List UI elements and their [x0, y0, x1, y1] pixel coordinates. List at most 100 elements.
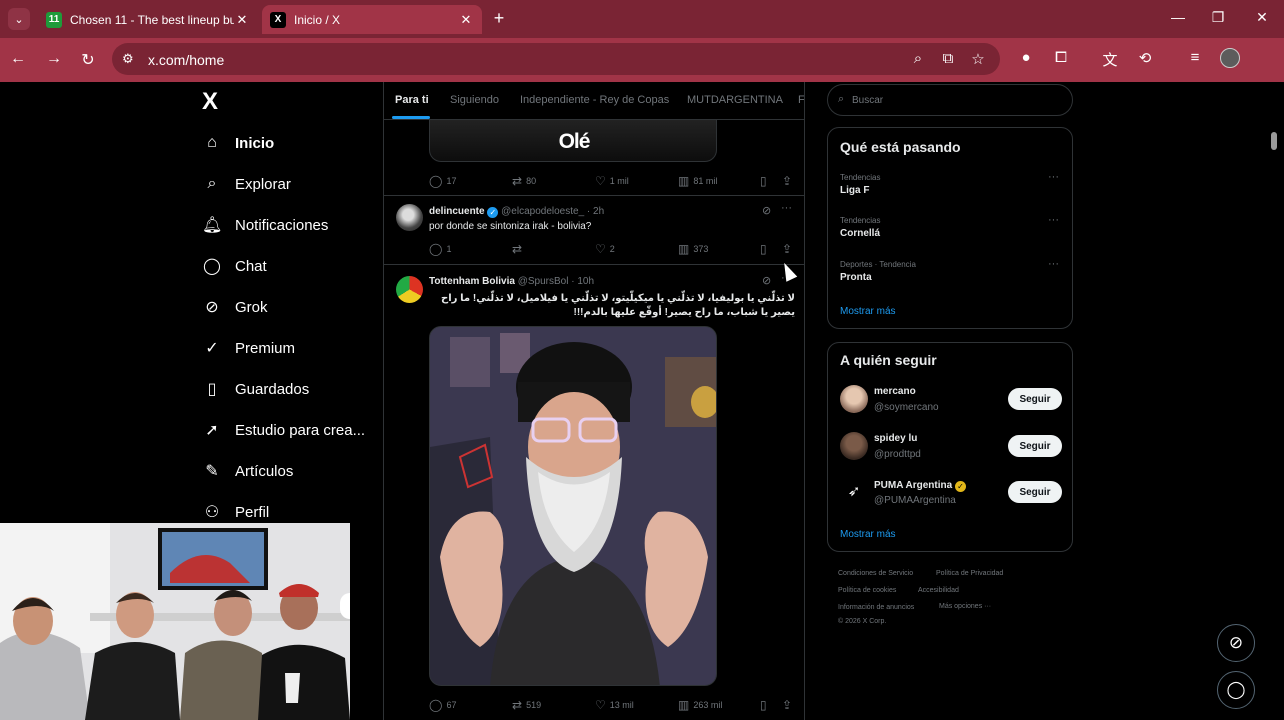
grok-icon[interactable]: ⊘: [762, 274, 771, 287]
views-button[interactable]: ▥ 263 mil: [678, 698, 722, 712]
link-card[interactable]: Olé: [429, 120, 717, 162]
follow-button[interactable]: Seguir: [1008, 481, 1062, 503]
who-to-follow-title: A quién seguir: [840, 352, 937, 368]
history-icon[interactable]: ⟲: [1134, 49, 1156, 67]
follow-user-name[interactable]: PUMA Argentina ✓: [874, 480, 966, 492]
post-divider: [384, 264, 804, 265]
reload-button[interactable]: ↻: [78, 50, 98, 70]
footer-link[interactable]: Política de cookies: [838, 587, 896, 594]
post-image[interactable]: [429, 326, 717, 686]
minimize-button[interactable]: —: [1168, 9, 1188, 25]
site-info-icon[interactable]: ⚙: [122, 51, 134, 67]
close-icon[interactable]: ✕: [458, 12, 474, 28]
nav-home[interactable]: ⌂ Inicio: [202, 128, 274, 158]
avatar[interactable]: [840, 385, 868, 413]
reply-button[interactable]: ◯ 17: [429, 174, 456, 188]
footer-link[interactable]: Información de anuncios: [838, 604, 914, 611]
nav-bookmarks[interactable]: ▯ Guardados: [202, 374, 310, 404]
show-more-link[interactable]: Mostrar más: [840, 306, 896, 317]
translate-icon[interactable]: 文: [1099, 49, 1121, 70]
bookmark-button[interactable]: ▯: [760, 698, 771, 712]
nav-notifications[interactable]: 🔔︎ Notificaciones: [202, 210, 328, 240]
nav-creator-studio[interactable]: ➚ Estudio para crea...: [202, 415, 365, 445]
puma-logo-icon[interactable]: ➶: [840, 478, 868, 506]
nav-articles[interactable]: ✎ Artículos: [202, 456, 293, 486]
more-options-icon[interactable]: ···: [1048, 171, 1059, 183]
avatar[interactable]: [396, 204, 423, 231]
new-tab-button[interactable]: +: [488, 8, 510, 29]
avatar[interactable]: [840, 432, 868, 460]
tab-for-you[interactable]: Para ti: [395, 94, 429, 106]
profile-avatar[interactable]: [1220, 48, 1240, 68]
author-handle[interactable]: @SpursBol: [518, 276, 569, 287]
post-time[interactable]: 10h: [577, 276, 594, 287]
repost-button[interactable]: ⇄ 80: [512, 174, 536, 188]
tab-following[interactable]: Siguiendo: [450, 94, 499, 106]
nav-grok[interactable]: ⊘ Grok: [202, 292, 267, 322]
bookmark-star-icon[interactable]: ☆: [968, 50, 988, 68]
maximize-button[interactable]: ❐: [1208, 9, 1228, 26]
extensions-puzzle-icon[interactable]: ⧠: [1050, 49, 1072, 66]
reply-button[interactable]: ◯ 1: [429, 242, 451, 256]
trend-item[interactable]: Pronta: [840, 272, 872, 283]
trend-item[interactable]: Cornellá: [840, 228, 880, 239]
footer-link[interactable]: Condiciones de Servicio: [838, 570, 913, 577]
tab-search-button[interactable]: ⌄: [8, 8, 30, 30]
extension-shazam-icon[interactable]: ●: [1015, 49, 1037, 66]
share-button[interactable]: ⇪: [782, 174, 796, 188]
zoom-icon[interactable]: ⌕: [908, 50, 928, 67]
more-options-icon[interactable]: ···: [1048, 258, 1059, 270]
footer-link[interactable]: Accesibilidad: [918, 587, 959, 594]
post-text: لا تذلّني يا بوليفيا، لا تذلّني يا ميكيل…: [441, 293, 795, 318]
forward-button[interactable]: →: [44, 50, 64, 68]
follow-user-name[interactable]: spidey lu: [874, 433, 917, 444]
install-app-icon[interactable]: ⧉: [938, 50, 958, 67]
trend-item[interactable]: Liga F: [840, 185, 869, 196]
more-options-icon[interactable]: ···: [1048, 214, 1059, 226]
share-button[interactable]: ⇪: [782, 242, 796, 256]
tab-independiente[interactable]: Independiente - Rey de Copas: [520, 94, 669, 106]
reply-button[interactable]: ◯ 67: [429, 698, 456, 712]
follow-user-name[interactable]: mercano: [874, 386, 916, 397]
page-scrollbar[interactable]: [1271, 132, 1277, 150]
tab-mutdargentina[interactable]: MUTDARGENTINA: [687, 94, 783, 106]
post-time[interactable]: 2h: [593, 206, 604, 217]
back-button[interactable]: ←: [8, 50, 28, 68]
repost-button[interactable]: ⇄ 519: [512, 698, 541, 712]
nav-premium[interactable]: ✓ Premium: [202, 333, 295, 363]
grok-icon[interactable]: ⊘: [762, 204, 771, 217]
like-button[interactable]: ♡ 2: [595, 242, 615, 256]
author-name[interactable]: Tottenham Bolivia: [429, 276, 515, 287]
browser-tab-x-home[interactable]: X Inicio / X ✕: [262, 5, 482, 34]
follow-button[interactable]: Seguir: [1008, 435, 1062, 457]
follow-button[interactable]: Seguir: [1008, 388, 1062, 410]
author-handle[interactable]: @elcapodeloeste_: [501, 206, 584, 217]
media-controls-icon[interactable]: ≡: [1184, 49, 1206, 66]
address-bar[interactable]: ⚙ x.com/home ⌕ ⧉ ☆: [112, 43, 1000, 75]
close-icon[interactable]: ✕: [234, 12, 250, 28]
author-name[interactable]: delincuente: [429, 206, 485, 217]
more-options-link[interactable]: Más opciones ···: [939, 603, 991, 610]
repost-button[interactable]: ⇄: [512, 242, 526, 256]
window-close-button[interactable]: ✕: [1252, 9, 1272, 26]
more-options-icon[interactable]: ···: [781, 202, 792, 214]
heart-icon: ♡: [595, 242, 606, 256]
nav-chat[interactable]: ◯ Chat: [202, 251, 267, 281]
footer-link[interactable]: Política de Privacidad: [936, 570, 1003, 577]
x-logo[interactable]: X: [202, 88, 218, 116]
browser-tab-chosen11[interactable]: 11 Chosen 11 - The best lineup bu ✕: [38, 5, 258, 34]
grok-fab-button[interactable]: ⊘: [1217, 624, 1255, 662]
tab-more[interactable]: F: [798, 94, 804, 106]
share-button[interactable]: ⇪: [782, 698, 796, 712]
avatar[interactable]: [396, 276, 423, 303]
show-more-link[interactable]: Mostrar más: [840, 529, 896, 540]
nav-explore[interactable]: ⌕ Explorar: [202, 169, 291, 199]
like-button[interactable]: ♡ 13 mil: [595, 698, 634, 712]
views-button[interactable]: ▥ 373: [678, 242, 708, 256]
chat-fab-button[interactable]: ◯: [1217, 671, 1255, 709]
views-button[interactable]: ▥ 81 mil: [678, 174, 717, 188]
bookmark-button[interactable]: ▯: [760, 174, 771, 188]
search-field[interactable]: ⌕ Buscar: [827, 84, 1073, 116]
like-button[interactable]: ♡ 1 mil: [595, 174, 629, 188]
bookmark-button[interactable]: ▯: [760, 242, 771, 256]
